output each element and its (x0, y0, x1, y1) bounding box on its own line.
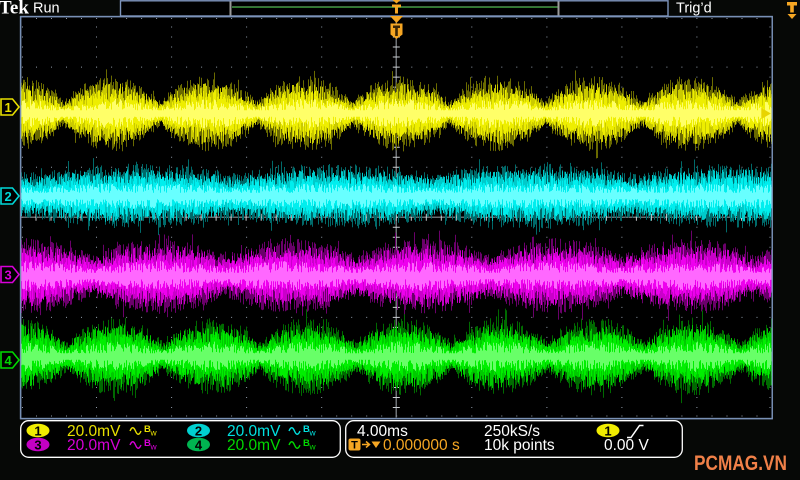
svg-text:10k points: 10k points (484, 437, 555, 454)
svg-text:w: w (150, 428, 158, 438)
svg-text:w: w (309, 428, 317, 438)
svg-text:4: 4 (5, 353, 13, 368)
svg-text:1: 1 (34, 424, 41, 439)
svg-text:0.000000 s: 0.000000 s (383, 437, 460, 454)
svg-text:2: 2 (195, 424, 202, 439)
svg-text:20.0mV: 20.0mV (227, 437, 281, 454)
svg-text:3: 3 (5, 268, 12, 283)
svg-text:PCMAG.VN: PCMAG.VN (694, 452, 787, 475)
svg-text:w: w (150, 442, 158, 452)
svg-text:T: T (351, 440, 358, 452)
svg-text:Run: Run (33, 1, 60, 17)
svg-text:Trig’d: Trig’d (676, 1, 712, 17)
svg-text:20.0mV: 20.0mV (67, 437, 121, 454)
svg-text:4: 4 (195, 438, 203, 453)
svg-text:w: w (309, 442, 317, 452)
svg-text:0.00 V: 0.00 V (604, 437, 649, 454)
svg-text:2: 2 (5, 189, 12, 204)
svg-text:Tek: Tek (0, 0, 29, 19)
svg-text:1: 1 (5, 100, 12, 115)
svg-text:3: 3 (34, 438, 41, 453)
